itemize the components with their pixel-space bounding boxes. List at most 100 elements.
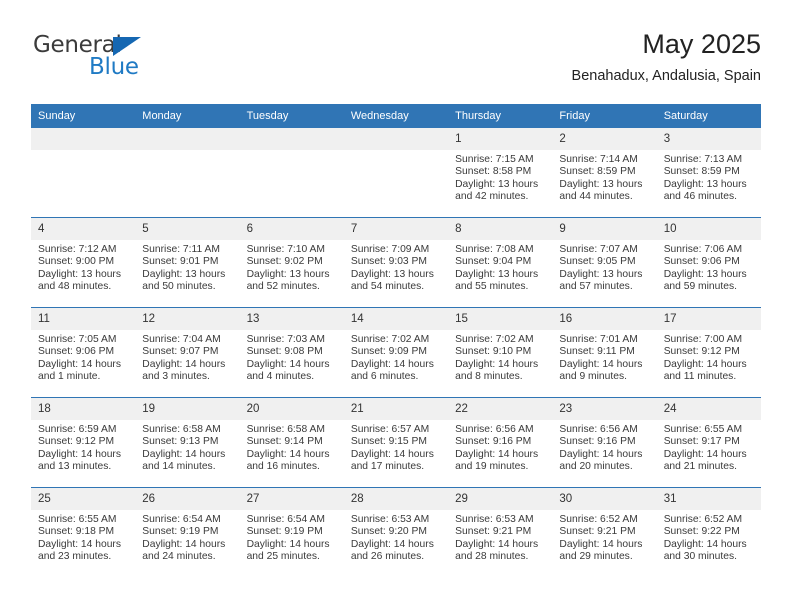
calendar-cell-empty — [31, 128, 136, 218]
calendar-cell[interactable]: 16 Sunrise: 7:01 AM Sunset: 9:11 PM Dayligh… — [552, 307, 657, 398]
calendar-cell[interactable]: 17 Sunrise: 7:00 AM Sunset: 9:12 PM Dayligh… — [656, 307, 761, 398]
daylight-duration-line2: and 3 minutes. — [142, 371, 210, 383]
calendar-cell[interactable]: 1 Sunrise: 7:15 AM Sunset: 8:58 PM Daylight… — [448, 128, 553, 218]
daylight-duration-line2: and 25 minutes. — [246, 551, 320, 563]
day-number — [135, 128, 240, 150]
sunrise-time: Sunrise: 6:52 AM — [559, 514, 638, 525]
day-number: 30 — [552, 488, 657, 510]
calendar-cell[interactable]: 25 Sunrise: 6:55 AM Sunset: 9:18 PM Dayligh… — [31, 487, 136, 577]
daylight-duration-line1: Daylight: 14 hours — [246, 358, 330, 370]
calendar-cell[interactable]: 22 Sunrise: 6:56 AM Sunset: 9:16 PM Dayligh… — [448, 397, 553, 488]
calendar-cell[interactable]: 13 Sunrise: 7:03 AM Sunset: 9:08 PM Dayligh… — [239, 307, 344, 398]
day-details: Sunrise: 6:54 AM Sunset: 9:19 PM Daylight:… — [240, 510, 344, 564]
daylight-duration-line1: Daylight: 14 hours — [246, 538, 330, 550]
weekday-header-row: Sunday Monday Tuesday Wednesday Thursday… — [31, 104, 761, 128]
calendar-cell[interactable]: 11 Sunrise: 7:05 AM Sunset: 9:06 PM Dayligh… — [31, 307, 136, 398]
sunrise-time: Sunrise: 7:04 AM — [142, 334, 221, 345]
calendar-cell[interactable]: 2 Sunrise: 7:14 AM Sunset: 8:59 PM Daylight… — [552, 128, 657, 218]
day-details: Sunrise: 6:55 AM Sunset: 9:18 PM Daylight:… — [31, 510, 135, 564]
page-header: General Blue May 2025 Benahadux, Andalus… — [31, 28, 761, 98]
calendar-cell[interactable]: 3 Sunrise: 7:13 AM Sunset: 8:59 PM Daylight… — [656, 128, 761, 218]
daylight-duration-line2: and 29 minutes. — [559, 551, 633, 563]
daylight-duration-line2: and 50 minutes. — [142, 281, 216, 293]
daylight-duration-line1: Daylight: 13 hours — [663, 268, 747, 280]
day-number: 3 — [656, 128, 761, 150]
day-number: 26 — [135, 488, 240, 510]
sunset-time: Sunset: 9:05 PM — [559, 256, 636, 268]
calendar-cell[interactable]: 15 Sunrise: 7:02 AM Sunset: 9:10 PM Dayligh… — [448, 307, 553, 398]
calendar-page: General Blue May 2025 Benahadux, Andalus… — [0, 0, 792, 612]
calendar-cell[interactable]: 9 Sunrise: 7:07 AM Sunset: 9:05 PM Daylight… — [552, 217, 657, 308]
daylight-duration-line2: and 13 minutes. — [38, 461, 112, 473]
day-details: Sunrise: 6:52 AM Sunset: 9:22 PM Daylight:… — [657, 510, 761, 564]
day-number: 11 — [31, 308, 136, 330]
calendar-cell[interactable]: 23 Sunrise: 6:56 AM Sunset: 9:16 PM Dayligh… — [552, 397, 657, 488]
calendar-cell-empty — [239, 128, 344, 218]
day-details: Sunrise: 6:53 AM Sunset: 9:20 PM Daylight:… — [344, 510, 448, 564]
day-details: Sunrise: 7:14 AM Sunset: 8:59 PM Daylight:… — [552, 150, 656, 204]
daylight-duration-line1: Daylight: 13 hours — [663, 178, 747, 190]
daylight-duration-line2: and 42 minutes. — [455, 191, 529, 203]
day-number: 24 — [656, 398, 761, 420]
daylight-duration-line1: Daylight: 14 hours — [246, 448, 330, 460]
calendar-cell[interactable]: 30 Sunrise: 6:52 AM Sunset: 9:21 PM Dayligh… — [552, 487, 657, 577]
sunset-time: Sunset: 9:17 PM — [663, 436, 740, 448]
weekday-header-saturday: Saturday — [656, 104, 761, 128]
day-details: Sunrise: 7:05 AM Sunset: 9:06 PM Daylight:… — [31, 330, 135, 384]
calendar-cell[interactable]: 18 Sunrise: 6:59 AM Sunset: 9:12 PM Dayligh… — [31, 397, 136, 488]
calendar-cell[interactable]: 6 Sunrise: 7:10 AM Sunset: 9:02 PM Daylight… — [239, 217, 344, 308]
calendar-cell[interactable]: 20 Sunrise: 6:58 AM Sunset: 9:14 PM Dayligh… — [239, 397, 344, 488]
sunrise-time: Sunrise: 7:03 AM — [246, 334, 325, 345]
daylight-duration-line2: and 52 minutes. — [246, 281, 320, 293]
day-details: Sunrise: 7:00 AM Sunset: 9:12 PM Daylight:… — [657, 330, 761, 384]
daylight-duration-line1: Daylight: 13 hours — [142, 268, 226, 280]
calendar-cell[interactable]: 26 Sunrise: 6:54 AM Sunset: 9:19 PM Dayligh… — [135, 487, 240, 577]
day-details: Sunrise: 7:01 AM Sunset: 9:11 PM Daylight:… — [552, 330, 656, 384]
sunset-time: Sunset: 9:03 PM — [350, 256, 427, 268]
day-details: Sunrise: 7:02 AM Sunset: 9:09 PM Daylight:… — [344, 330, 448, 384]
sunset-time: Sunset: 9:06 PM — [663, 256, 740, 268]
day-details: Sunrise: 7:13 AM Sunset: 8:59 PM Daylight:… — [657, 150, 761, 204]
day-number — [343, 128, 449, 150]
sunrise-time: Sunrise: 6:54 AM — [142, 514, 221, 525]
weekday-header-monday: Monday — [135, 104, 240, 128]
calendar-cell[interactable]: 7 Sunrise: 7:09 AM Sunset: 9:03 PM Daylight… — [343, 217, 449, 308]
calendar-cell[interactable]: 31 Sunrise: 6:52 AM Sunset: 9:22 PM Dayligh… — [656, 487, 761, 577]
calendar-cell[interactable]: 4 Sunrise: 7:12 AM Sunset: 9:00 PM Daylight… — [31, 217, 136, 308]
calendar-cell[interactable]: 21 Sunrise: 6:57 AM Sunset: 9:15 PM Dayligh… — [343, 397, 449, 488]
calendar-cell-empty — [343, 128, 449, 218]
day-details: Sunrise: 7:06 AM Sunset: 9:06 PM Daylight:… — [657, 240, 761, 294]
daylight-duration-line2: and 16 minutes. — [246, 461, 320, 473]
calendar-cell[interactable]: 29 Sunrise: 6:53 AM Sunset: 9:21 PM Dayligh… — [448, 487, 553, 577]
sunrise-time: Sunrise: 6:56 AM — [559, 424, 638, 435]
sunset-time: Sunset: 9:02 PM — [246, 256, 323, 268]
brand-logo[interactable]: General Blue — [31, 32, 251, 90]
daylight-duration-line2: and 28 minutes. — [455, 551, 529, 563]
day-details: Sunrise: 7:04 AM Sunset: 9:07 PM Daylight:… — [135, 330, 239, 384]
day-number — [31, 128, 136, 150]
day-number: 17 — [656, 308, 761, 330]
calendar-cell[interactable]: 5 Sunrise: 7:11 AM Sunset: 9:01 PM Daylight… — [135, 217, 240, 308]
calendar-cell[interactable]: 12 Sunrise: 7:04 AM Sunset: 9:07 PM Dayligh… — [135, 307, 240, 398]
calendar-cell[interactable]: 27 Sunrise: 6:54 AM Sunset: 9:19 PM Dayligh… — [239, 487, 344, 577]
sunrise-time: Sunrise: 7:11 AM — [142, 244, 220, 255]
calendar-cell[interactable]: 28 Sunrise: 6:53 AM Sunset: 9:20 PM Dayligh… — [343, 487, 449, 577]
daylight-duration-line2: and 6 minutes. — [350, 371, 419, 383]
calendar-cell[interactable]: 8 Sunrise: 7:08 AM Sunset: 9:04 PM Daylight… — [448, 217, 553, 308]
calendar-cell[interactable]: 19 Sunrise: 6:58 AM Sunset: 9:13 PM Dayligh… — [135, 397, 240, 488]
daylight-duration-line1: Daylight: 13 hours — [350, 268, 434, 280]
sunrise-time: Sunrise: 6:57 AM — [350, 424, 430, 435]
sunset-time: Sunset: 9:19 PM — [246, 526, 323, 538]
sunrise-time: Sunrise: 7:10 AM — [246, 244, 325, 255]
daylight-duration-line2: and 21 minutes. — [663, 461, 737, 473]
page-subtitle: Benahadux, Andalusia, Spain — [571, 68, 761, 84]
calendar-cell[interactable]: 24 Sunrise: 6:55 AM Sunset: 9:17 PM Dayligh… — [656, 397, 761, 488]
calendar-cell[interactable]: 14 Sunrise: 7:02 AM Sunset: 9:09 PM Dayligh… — [343, 307, 449, 398]
sunset-time: Sunset: 9:12 PM — [663, 346, 740, 358]
day-number: 10 — [656, 218, 761, 240]
daylight-duration-line2: and 55 minutes. — [455, 281, 529, 293]
daylight-duration-line1: Daylight: 14 hours — [559, 448, 643, 460]
daylight-duration-line1: Daylight: 14 hours — [663, 538, 747, 550]
daylight-duration-line1: Daylight: 14 hours — [559, 538, 643, 550]
calendar-cell[interactable]: 10 Sunrise: 7:06 AM Sunset: 9:06 PM Dayligh… — [656, 217, 761, 308]
